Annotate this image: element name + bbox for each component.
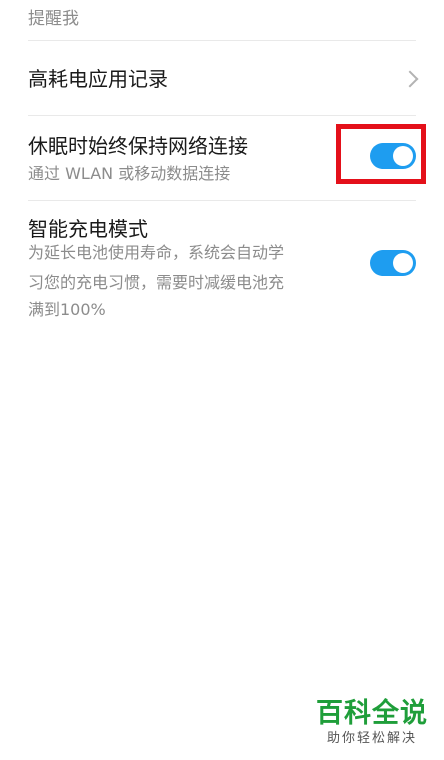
sleep-network-subtitle: 通过 WLAN 或移动数据连接 (28, 164, 231, 183)
chevron-right-icon (401, 70, 419, 88)
battery-settings-page: 提醒我 高耗电应用记录 休眠时始终保持网络连接 通过 WLAN 或移动数据连接 … (0, 0, 444, 760)
high-power-record-title: 高耗电应用记录 (28, 67, 168, 91)
toggle-knob (393, 253, 413, 273)
watermark-subtitle: 助你轻松解决 (326, 731, 417, 746)
reminder-row-subtitle: 提醒我 (28, 9, 79, 29)
smart-charging-toggle[interactable] (370, 250, 416, 276)
smart-charging-row: 智能充电模式 为延长电池使用寿命，系统会自动学 习您的充电习惯，需要时减缓电池充… (0, 201, 444, 331)
smart-charging-title: 智能充电模式 (28, 217, 148, 241)
watermark-title: 百科全说 (316, 698, 428, 729)
watermark-logo: 百科全说 助你轻松解决 (316, 698, 428, 748)
highlight-annotation-box (336, 124, 426, 184)
smart-charging-subtitle-line1: 为延长电池使用寿命，系统会自动学 (28, 243, 285, 262)
high-power-record-row[interactable]: 高耗电应用记录 (0, 41, 444, 115)
smart-charging-subtitle-line3: 满到100% (28, 300, 106, 319)
smart-charging-subtitle-line2: 习您的充电习惯，需要时减缓电池充 (28, 273, 285, 292)
sleep-network-title: 休眠时始终保持网络连接 (28, 134, 248, 158)
